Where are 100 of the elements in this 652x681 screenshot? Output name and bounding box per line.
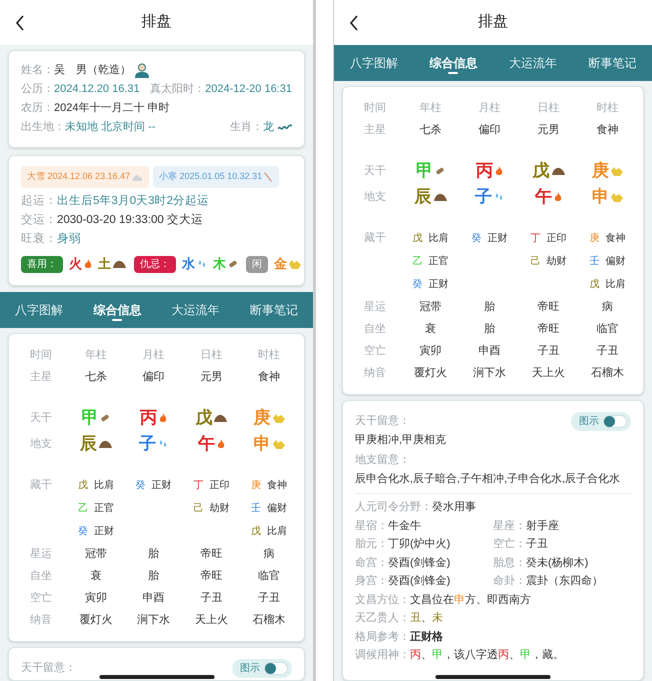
hidden-stem-char: 戊 <box>251 524 262 539</box>
detail-value: 子丑 <box>526 537 548 552</box>
mound-icon <box>434 193 446 201</box>
flame-icon <box>159 413 168 423</box>
row-label: 藏干 <box>363 230 387 246</box>
detail-value: 癸酉(剑锋金) <box>388 574 450 589</box>
row-label: 纳音 <box>29 612 53 628</box>
detail-label: 身宫： <box>355 574 388 589</box>
ten-god-text: 正印 <box>209 478 230 493</box>
stem-char: 午 <box>198 433 215 456</box>
table-cell-text: 寅卯 <box>84 590 108 606</box>
flame-icon <box>84 259 92 269</box>
field-value: 2024年十一月二十 申时 <box>54 101 170 116</box>
hidden-stem-char: 丁 <box>530 232 540 246</box>
note-label: 天干留意： <box>355 414 410 429</box>
column-header: 年柱 <box>84 348 108 363</box>
tab[interactable]: 综合信息 <box>89 292 146 328</box>
column-header: 日柱 <box>199 348 224 363</box>
back-icon <box>15 14 25 30</box>
stem-char: 申 <box>254 433 271 456</box>
note-text: 辰申合化水,辰子暗合,子午相冲,子申合化水,辰子合化水 <box>355 472 622 487</box>
mound-icon <box>98 440 112 448</box>
solar-term-tag: 大雪 2024.12.06 23.16.47 <box>21 166 150 188</box>
hidden-stem-char: 戊 <box>590 278 600 292</box>
detail-label: 星宿： <box>355 518 388 534</box>
table-cell-text: 衰 <box>424 322 437 337</box>
table-cell-text: 胎 <box>483 322 496 337</box>
detail-label: 命卦： <box>493 574 526 589</box>
tab[interactable]: 大运流年 <box>168 292 224 328</box>
table-cell-text: 偏印 <box>478 122 502 138</box>
element-tag: 喜用： <box>21 256 63 272</box>
droplets-icon <box>158 439 168 449</box>
back-icon <box>349 14 359 30</box>
ten-god-text: 食神 <box>267 478 288 493</box>
droplets-icon <box>197 259 207 269</box>
ten-god-text: 正财 <box>488 232 508 246</box>
cloud-icon <box>132 174 144 180</box>
diagram-toggle[interactable]: 图示 <box>571 412 631 430</box>
note-text: 甲庚相冲,甲庚相克 <box>355 432 448 448</box>
row-label: 自坐 <box>29 568 53 584</box>
mound-icon <box>552 167 564 175</box>
field-value: 2024.12.20 16.31 <box>54 82 140 98</box>
ten-god-text: 比肩 <box>94 478 114 493</box>
hidden-stem-char: 癸 <box>136 479 146 493</box>
table-cell-text: 帝旺 <box>199 546 224 562</box>
field-label: 农历： <box>21 101 54 116</box>
table-cell-text: 寅卯 <box>418 344 442 359</box>
row-label: 地支 <box>363 190 387 205</box>
column-header: 日柱 <box>536 100 560 116</box>
tab[interactable]: 八字图解 <box>11 292 68 328</box>
stem-char: 戊 <box>532 160 550 182</box>
element-char: 木 <box>213 255 226 274</box>
dragon-icon <box>278 123 292 132</box>
field-value: 出生后5年3月0天3时2分起运 <box>57 194 209 209</box>
detail-label: 命宫： <box>355 556 388 570</box>
stem-char: 丙 <box>140 407 158 430</box>
ten-god-text: 正财 <box>94 524 114 539</box>
table-cell-text: 天上火 <box>531 366 566 381</box>
stem-char: 辰 <box>80 433 97 456</box>
switch-icon <box>264 662 288 674</box>
stem-char: 庚 <box>254 407 271 430</box>
tab[interactable]: 综合信息 <box>425 45 482 81</box>
table-cell-text: 子丑 <box>536 344 560 359</box>
tab[interactable]: 大运流年 <box>504 45 561 81</box>
field-value: 龙 <box>263 120 274 136</box>
table-cell-text: 病 <box>262 546 276 562</box>
tab[interactable]: 断事笔记 <box>584 45 640 81</box>
diagram-toggle[interactable]: 图示 <box>232 658 292 678</box>
field-label: 姓名： <box>21 63 54 78</box>
column-header: 时柱 <box>596 100 620 116</box>
row-label: 空亡 <box>29 590 53 606</box>
hidden-stem-char: 壬 <box>590 254 600 269</box>
element-char: 金 <box>274 255 287 274</box>
ingot-icon <box>611 192 623 202</box>
table-cell-text: 偏印 <box>142 370 166 385</box>
row-label: 地支 <box>29 436 53 452</box>
table-cell-text: 石榴木 <box>590 366 625 381</box>
tab[interactable]: 断事笔记 <box>246 292 302 328</box>
detail-value: 丁卯(炉中火) <box>388 536 450 552</box>
table-cell-text: 覆灯火 <box>413 366 448 381</box>
table-cell-text: 冠带 <box>418 300 442 315</box>
ten-god-text: 正财 <box>428 278 448 292</box>
tab[interactable]: 八字图解 <box>346 45 402 81</box>
detail-value: 文昌位在申方、即西南方 <box>410 592 531 608</box>
flame-icon <box>554 192 562 202</box>
field-label: 公历： <box>21 82 54 98</box>
ten-god-text: 比肩 <box>267 524 288 539</box>
field-label: 生肖： <box>230 120 263 136</box>
stem-char: 丙 <box>476 160 493 182</box>
detail-value: 癸未(杨柳木) <box>526 556 588 570</box>
row-label: 藏干 <box>29 478 53 493</box>
hidden-stem-char: 庚 <box>251 478 262 493</box>
ten-god-text: 偏财 <box>606 254 626 269</box>
hidden-stem-char: 壬 <box>251 502 262 516</box>
ten-god-text: 正官 <box>94 502 114 516</box>
table-cell-text: 食神 <box>596 122 620 138</box>
column-header: 时间 <box>363 100 387 116</box>
solar-term-tag: 小寒 2025.01.05 10.32.31 <box>153 166 280 188</box>
table-cell-text: 胎 <box>483 300 496 315</box>
detail-value: 丑、未 <box>410 611 443 626</box>
